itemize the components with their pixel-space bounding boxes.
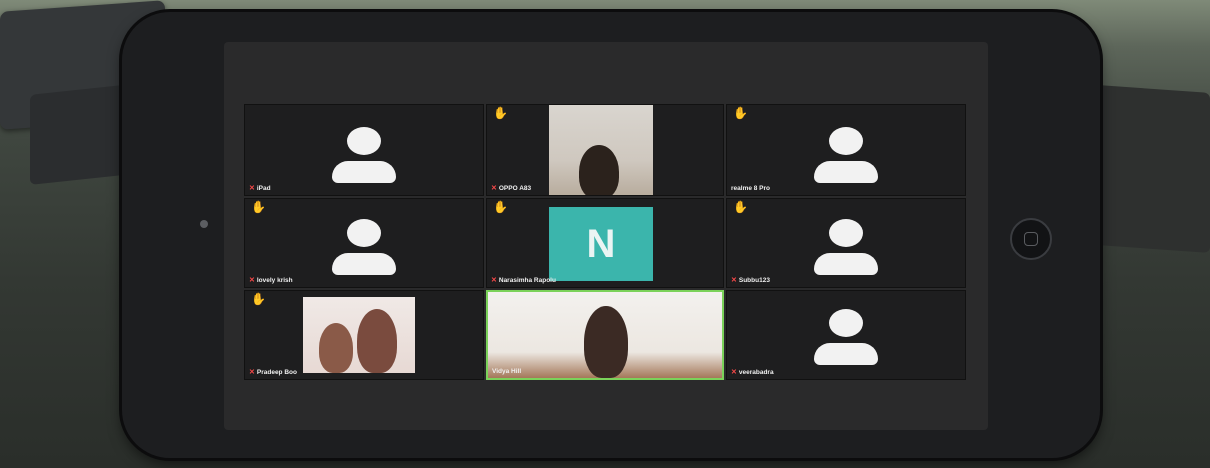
home-button[interactable]: [1010, 218, 1052, 260]
avatar-placeholder-icon: [814, 309, 878, 365]
muted-mic-icon: ✕: [491, 184, 497, 192]
participant-name-label: ✕ iPad: [249, 184, 271, 192]
raised-hand-icon: ✋: [733, 106, 748, 120]
participant-tile-active-speaker[interactable]: Vidya Hill: [486, 290, 724, 380]
participant-name-label: ✕ OPPO A83: [491, 184, 532, 192]
front-camera: [200, 220, 208, 228]
muted-mic-icon: ✕: [491, 276, 497, 284]
photo-scene: ✕ iPad ✋ ✕ OPPO A83 ✋ realme 8 Pro ✋ ✕ l…: [0, 0, 1210, 468]
avatar-placeholder-icon: [814, 219, 878, 275]
participant-grid: ✕ iPad ✋ ✕ OPPO A83 ✋ realme 8 Pro ✋ ✕ l…: [244, 104, 966, 380]
raised-hand-icon: ✋: [251, 200, 266, 214]
avatar-placeholder-icon: [814, 127, 878, 183]
participant-video: [549, 105, 653, 195]
raised-hand-icon: ✋: [251, 292, 266, 306]
muted-mic-icon: ✕: [731, 368, 737, 376]
muted-mic-icon: ✕: [249, 276, 255, 284]
avatar-placeholder-icon: [332, 127, 396, 183]
participant-name-label: ✕ Subbu123: [731, 276, 770, 284]
participant-tile[interactable]: ✕ veerabadra: [726, 290, 966, 380]
participant-name-label: Vidya Hill: [492, 367, 522, 375]
participant-tile[interactable]: ✋ N ✕ Narasimha Rapolu: [486, 198, 724, 288]
participant-initial: N: [586, 221, 616, 266]
muted-mic-icon: ✕: [249, 184, 255, 192]
participant-name-label: ✕ Narasimha Rapolu: [491, 276, 556, 284]
raised-hand-icon: ✋: [493, 200, 508, 214]
participant-tile[interactable]: ✋ ✕ OPPO A83: [486, 104, 724, 196]
muted-mic-icon: ✕: [249, 368, 255, 376]
avatar-placeholder-icon: [332, 219, 396, 275]
participant-name-label: ✕ veerabadra: [731, 368, 774, 376]
raised-hand-icon: ✋: [493, 106, 508, 120]
participant-name-label: realme 8 Pro: [731, 184, 771, 192]
muted-mic-icon: ✕: [731, 276, 737, 284]
participant-tile[interactable]: ✋ realme 8 Pro: [726, 104, 966, 196]
participant-tile[interactable]: ✋ ✕ lovely krish: [244, 198, 484, 288]
participant-name-label: ✕ lovely krish: [249, 276, 293, 284]
participant-tile[interactable]: ✕ iPad: [244, 104, 484, 196]
participant-video: [303, 297, 415, 373]
participant-video: [488, 292, 722, 378]
video-call-screen: ✕ iPad ✋ ✕ OPPO A83 ✋ realme 8 Pro ✋ ✕ l…: [224, 42, 988, 430]
tablet-device: ✕ iPad ✋ ✕ OPPO A83 ✋ realme 8 Pro ✋ ✕ l…: [122, 12, 1100, 458]
participant-name-label: ✕ Pradeep Boo: [249, 368, 297, 376]
participant-tile[interactable]: ✋ ✕ Subbu123: [726, 198, 966, 288]
raised-hand-icon: ✋: [733, 200, 748, 214]
participant-tile[interactable]: ✋ ✕ Pradeep Boo: [244, 290, 484, 380]
participant-initial-avatar: N: [549, 207, 653, 281]
